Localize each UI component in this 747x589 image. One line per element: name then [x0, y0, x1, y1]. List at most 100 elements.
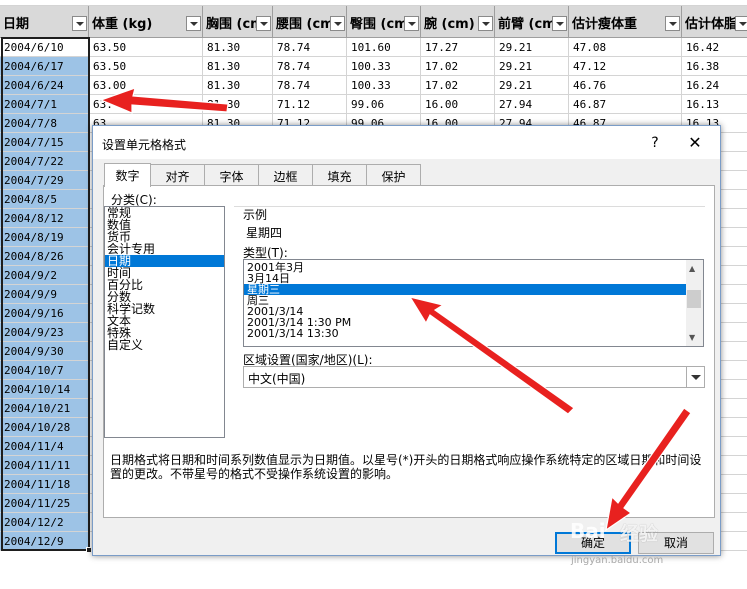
date-cell[interactable]: 2004/8/19	[0, 228, 89, 247]
table-cell[interactable]: 29.21	[495, 57, 569, 76]
table-cell[interactable]: 63.50	[89, 57, 203, 76]
date-cell[interactable]: 2004/7/1	[0, 95, 89, 114]
help-icon[interactable]: ?	[645, 133, 665, 153]
table-cell[interactable]: 17.02	[421, 76, 495, 95]
column-header[interactable]: 前臂 (cm)	[495, 6, 569, 38]
date-cell[interactable]: 2004/10/7	[0, 361, 89, 380]
type-item[interactable]: 2001/3/14 13:30	[244, 328, 703, 339]
chevron-down-icon[interactable]	[686, 367, 704, 387]
table-cell[interactable]: 16.24	[682, 76, 747, 95]
date-cell[interactable]: 2004/11/18	[0, 475, 89, 494]
category-list[interactable]: 常规 数值 货币 会计专用 日期 时间 百分比 分数 科学记数 文本 特殊 自定…	[104, 206, 225, 438]
table-cell[interactable]: 100.33	[347, 76, 421, 95]
filter-dropdown-icon[interactable]	[72, 16, 87, 31]
date-cell[interactable]: 2004/9/2	[0, 266, 89, 285]
type-scrollbar[interactable]: ▲ ▼	[686, 260, 703, 346]
column-header[interactable]: 臀围 (cm)	[347, 6, 421, 38]
close-icon[interactable]: ✕	[683, 133, 707, 153]
column-header[interactable]: 腕 (cm)	[421, 6, 495, 38]
date-cell[interactable]: 2004/7/29	[0, 171, 89, 190]
column-header[interactable]: 估计体脂肪	[682, 6, 747, 38]
table-cell[interactable]: 47.12	[569, 57, 682, 76]
filter-dropdown-icon[interactable]	[665, 16, 680, 31]
date-cell[interactable]: 2004/11/11	[0, 456, 89, 475]
filter-dropdown-icon[interactable]	[330, 16, 345, 31]
table-cell[interactable]: 29.21	[495, 76, 569, 95]
date-cell[interactable]: 2004/7/22	[0, 152, 89, 171]
table-cell[interactable]: 27.94	[495, 95, 569, 114]
table-cell[interactable]: 81.30	[203, 76, 273, 95]
table-cell[interactable]: 46.87	[569, 95, 682, 114]
table-cell[interactable]: 29.21	[495, 38, 569, 57]
table-cell[interactable]: 17.27	[421, 38, 495, 57]
tab-protection[interactable]: 保护	[366, 164, 421, 186]
column-header[interactable]: 胸围 (cm)	[203, 6, 273, 38]
filter-dropdown-icon[interactable]	[256, 16, 271, 31]
scroll-up-icon[interactable]: ▲	[689, 264, 695, 273]
table-cell[interactable]: 63.00	[89, 76, 203, 95]
filter-dropdown-icon[interactable]	[552, 16, 567, 31]
date-cell[interactable]: 2004/12/2	[0, 513, 89, 532]
type-list[interactable]: 2001年3月 3月14日 星期三 周三 2001/3/14 2001/3/14…	[243, 259, 704, 347]
date-cell[interactable]: 2004/10/21	[0, 399, 89, 418]
table-cell[interactable]: 46.76	[569, 76, 682, 95]
tab-font[interactable]: 字体	[204, 164, 259, 186]
date-cell[interactable]: 2004/9/23	[0, 323, 89, 342]
date-cell[interactable]: 2004/11/25	[0, 494, 89, 513]
date-cell[interactable]: 2004/6/24	[0, 76, 89, 95]
date-cell[interactable]: 2004/9/30	[0, 342, 89, 361]
column-header[interactable]: 估计瘦体重	[569, 6, 682, 38]
date-cell[interactable]: 2004/7/8	[0, 114, 89, 133]
date-cell[interactable]: 2004/10/28	[0, 418, 89, 437]
type-item-selected[interactable]: 星期三	[244, 284, 703, 295]
date-cell[interactable]: 2004/7/15	[0, 133, 89, 152]
table-cell[interactable]: 16.13	[682, 95, 747, 114]
date-cell[interactable]: 2004/6/10	[0, 38, 89, 57]
table-cell[interactable]: 100.33	[347, 57, 421, 76]
dialog-titlebar[interactable]: 设置单元格格式 ? ✕	[93, 126, 720, 159]
table-cell[interactable]: 16.00	[421, 95, 495, 114]
table-cell[interactable]: 63.50	[89, 38, 203, 57]
table-cell[interactable]: 78.74	[273, 38, 347, 57]
filter-dropdown-icon[interactable]	[186, 16, 201, 31]
column-header[interactable]: 腰围 (cm)	[273, 6, 347, 38]
scroll-down-icon[interactable]: ▼	[689, 333, 695, 342]
table-cell[interactable]: 16.42	[682, 38, 747, 57]
tab-fill[interactable]: 填充	[312, 164, 367, 186]
table-cell[interactable]: 101.60	[347, 38, 421, 57]
table-cell[interactable]: 16.38	[682, 57, 747, 76]
date-cell[interactable]: 2004/8/12	[0, 209, 89, 228]
table-cell[interactable]: 78.74	[273, 76, 347, 95]
column-header[interactable]: 体重 (kg)	[89, 6, 203, 38]
scroll-thumb[interactable]	[687, 290, 701, 308]
category-item-custom[interactable]: 自定义	[105, 339, 224, 351]
table-cell[interactable]: 78.74	[273, 57, 347, 76]
table-cell[interactable]: 81.30	[203, 57, 273, 76]
table-cell[interactable]: 71.12	[273, 95, 347, 114]
date-cell[interactable]: 2004/9/16	[0, 304, 89, 323]
table-cell[interactable]: 99.06	[347, 95, 421, 114]
table-cell[interactable]: 47.08	[569, 38, 682, 57]
date-cell[interactable]: 2004/11/4	[0, 437, 89, 456]
table-cell[interactable]: 81.30	[203, 38, 273, 57]
date-cell[interactable]: 2004/10/14	[0, 380, 89, 399]
tab-alignment[interactable]: 对齐	[150, 164, 205, 186]
type-item[interactable]: 周三	[244, 295, 703, 306]
tab-border[interactable]: 边框	[258, 164, 313, 186]
type-item[interactable]: 3月14日	[244, 273, 703, 284]
filter-dropdown-icon[interactable]	[478, 16, 493, 31]
table-cell[interactable]: 17.02	[421, 57, 495, 76]
tab-number[interactable]: 数字	[104, 163, 151, 187]
date-cell[interactable]: 2004/8/26	[0, 247, 89, 266]
table-cell[interactable]: 81.30	[203, 95, 273, 114]
locale-select[interactable]: 中文(中国)	[243, 366, 705, 388]
date-cell[interactable]: 2004/9/9	[0, 285, 89, 304]
table-cell[interactable]: 63.	[89, 95, 203, 114]
date-cell[interactable]: 2004/6/17	[0, 57, 89, 76]
filter-dropdown-icon[interactable]	[404, 16, 419, 31]
type-item[interactable]: 2001年3月	[244, 262, 703, 273]
column-header[interactable]: 日期	[0, 6, 89, 38]
date-cell[interactable]: 2004/8/5	[0, 190, 89, 209]
date-cell[interactable]: 2004/12/9	[0, 532, 89, 551]
filter-dropdown-icon[interactable]	[735, 16, 747, 31]
